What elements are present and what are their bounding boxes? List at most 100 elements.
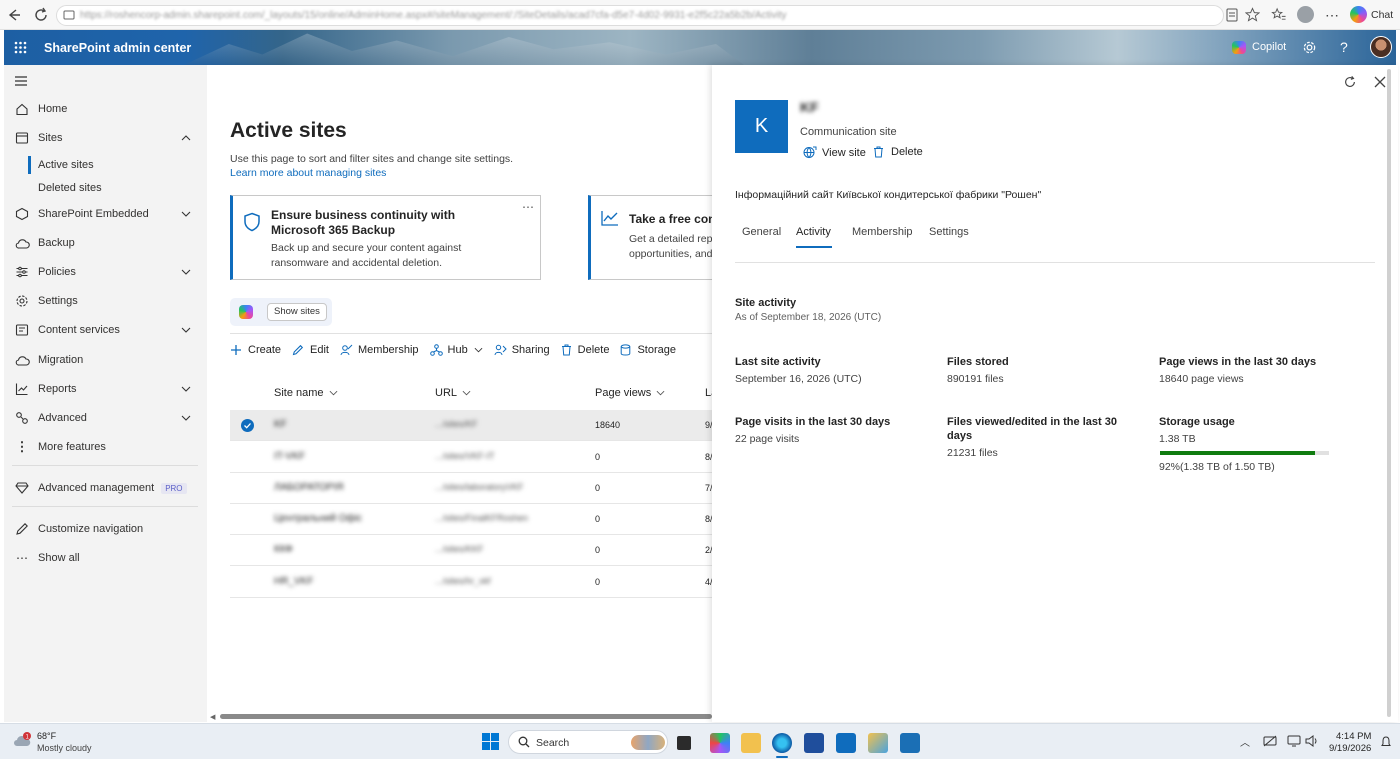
show-sites-button[interactable]: Show sites [267, 303, 327, 321]
chevron-down-icon[interactable] [181, 269, 195, 275]
nav-active-sites[interactable]: Active sites [4, 155, 207, 175]
weather-temperature[interactable]: 68°F [37, 731, 56, 741]
reader-icon[interactable] [1226, 8, 1238, 22]
row-site-name[interactable]: ЛАБОРАТОРІЯ [274, 482, 343, 493]
sharing-button[interactable]: Sharing [494, 344, 550, 356]
row-site-name[interactable]: KF [274, 419, 287, 430]
row-selected-check-icon[interactable] [241, 419, 254, 432]
widgets-app-icon[interactable] [710, 733, 730, 753]
nav-advanced-management[interactable]: Advanced management PRO [4, 477, 207, 499]
nav-reports[interactable]: Reports [4, 378, 207, 400]
column-page-views[interactable]: Page views [595, 387, 665, 399]
row-site-name[interactable]: Центральний Офіс [274, 513, 362, 524]
nav-policies[interactable]: Policies [4, 261, 207, 283]
nav-home[interactable]: Home [4, 98, 207, 120]
windows-start-icon[interactable] [482, 733, 499, 750]
edge-browser-icon[interactable] [772, 733, 792, 753]
nav-advanced[interactable]: Advanced [4, 407, 207, 429]
refresh-icon[interactable] [33, 7, 49, 23]
table-row[interactable]: KF .../sites/KF 18640 9/ [230, 410, 713, 441]
nav-customize-navigation[interactable]: Customize navigation [4, 518, 207, 540]
favorites-icon[interactable] [1271, 7, 1287, 22]
nav-sharepoint-embedded[interactable]: SharePoint Embedded [4, 203, 207, 225]
tab-membership[interactable]: Membership [852, 226, 913, 238]
row-url[interactable]: .../sites/KKF [435, 544, 484, 554]
nav-deleted-sites[interactable]: Deleted sites [4, 178, 207, 198]
settings-gear-icon[interactable] [1302, 40, 1317, 55]
column-site-name[interactable]: Site name [274, 387, 338, 399]
pinned-app-icon[interactable] [868, 733, 888, 753]
row-url[interactable]: .../sites/laboratoryVKF [435, 482, 524, 492]
weather-icon[interactable]: 1 [12, 732, 32, 750]
table-row[interactable]: ККФ .../sites/KKF 0 2/ [230, 535, 713, 566]
delete-button[interactable]: Delete [561, 344, 609, 356]
row-site-name[interactable]: ККФ [274, 544, 293, 555]
back-icon[interactable] [6, 7, 22, 23]
create-button[interactable]: Create [230, 344, 281, 356]
nav-show-all[interactable]: ⋯ Show all [4, 547, 207, 569]
chat-label[interactable]: Chat [1371, 9, 1393, 21]
learn-more-link[interactable]: Learn more about managing sites [230, 167, 386, 179]
tab-general[interactable]: General [742, 226, 781, 238]
clock-time[interactable]: 4:14 PM [1336, 731, 1371, 742]
taskbar-search-box[interactable]: Search [508, 730, 668, 754]
profile-avatar[interactable] [1297, 6, 1314, 23]
row-url[interactable]: .../sites/VKF-IT [435, 451, 495, 461]
copilot-button[interactable]: Copilot [1252, 41, 1286, 53]
copilot-browser-icon[interactable] [1350, 6, 1367, 23]
tab-settings[interactable]: Settings [929, 226, 969, 238]
scroll-left-arrow-icon[interactable]: ◀ [210, 713, 215, 721]
membership-button[interactable]: Membership [340, 344, 419, 356]
network-icon[interactable] [1263, 735, 1277, 747]
row-url[interactable]: .../sites/KF [435, 419, 478, 429]
app-launcher-icon[interactable] [14, 41, 27, 54]
refresh-icon[interactable] [1343, 75, 1357, 89]
nav-migration[interactable]: Migration [4, 349, 207, 371]
nav-sites[interactable]: Sites [4, 127, 207, 149]
monitor-icon[interactable] [1287, 735, 1301, 747]
edit-button[interactable]: Edit [292, 344, 329, 356]
hub-button[interactable]: Hub [429, 344, 483, 356]
table-row[interactable]: ЛАБОРАТОРІЯ .../sites/laboratoryVKF 0 7/ [230, 473, 713, 504]
chevron-up-icon[interactable] [181, 135, 195, 141]
storage-button[interactable]: Storage [620, 344, 676, 356]
hamburger-menu-icon[interactable] [14, 75, 28, 87]
notifications-icon[interactable] [1381, 736, 1391, 748]
chevron-up-icon[interactable]: ︿ [1240, 734, 1250, 749]
favorite-star-icon[interactable] [1245, 7, 1260, 22]
card-more-icon[interactable]: ⋯ [522, 200, 534, 214]
speaker-icon[interactable] [1305, 735, 1319, 747]
nav-backup[interactable]: Backup [4, 232, 207, 254]
row-url[interactable]: .../sites/hr_vkf [435, 576, 491, 586]
chevron-down-icon[interactable] [181, 415, 195, 421]
panel-scrollbar[interactable] [1387, 69, 1391, 717]
nav-settings[interactable]: Settings [4, 290, 207, 312]
panel-delete-button[interactable]: Delete [873, 146, 923, 158]
chevron-down-icon[interactable] [181, 327, 195, 333]
clock-date[interactable]: 9/19/2026 [1329, 743, 1371, 754]
row-site-name[interactable]: HR_VKF [274, 576, 313, 587]
more-options-icon[interactable]: ⋯ [1325, 7, 1340, 24]
help-icon[interactable]: ? [1340, 39, 1348, 55]
column-url[interactable]: URL [435, 387, 471, 399]
table-row[interactable]: IT-VKF .../sites/VKF-IT 0 8/ [230, 442, 713, 473]
backup-promo-card[interactable]: Ensure business continuity with Microsof… [230, 195, 541, 280]
nav-content-services[interactable]: Content services [4, 319, 207, 341]
table-row[interactable]: HR_VKF .../sites/hr_vkf 0 4/ [230, 566, 713, 598]
task-view-icon[interactable] [677, 736, 691, 750]
table-row[interactable]: Центральний Офіс .../sites/FinalKFRoshen… [230, 504, 713, 535]
chevron-down-icon[interactable] [181, 386, 195, 392]
file-explorer-icon[interactable] [741, 733, 761, 753]
user-avatar[interactable] [1370, 36, 1392, 58]
store-app-icon[interactable] [804, 733, 824, 753]
app-title[interactable]: SharePoint admin center [44, 41, 191, 55]
weather-condition[interactable]: Mostly cloudy [37, 743, 92, 753]
remote-desktop-icon[interactable] [900, 733, 920, 753]
outlook-app-icon[interactable] [836, 733, 856, 753]
close-icon[interactable] [1374, 76, 1386, 88]
horizontal-scrollbar[interactable] [220, 714, 712, 719]
row-url[interactable]: .../sites/FinalKFRoshen [435, 513, 528, 523]
chevron-down-icon[interactable] [181, 211, 195, 217]
site-info-icon[interactable] [63, 9, 75, 21]
view-site-button[interactable]: View site [803, 146, 866, 159]
